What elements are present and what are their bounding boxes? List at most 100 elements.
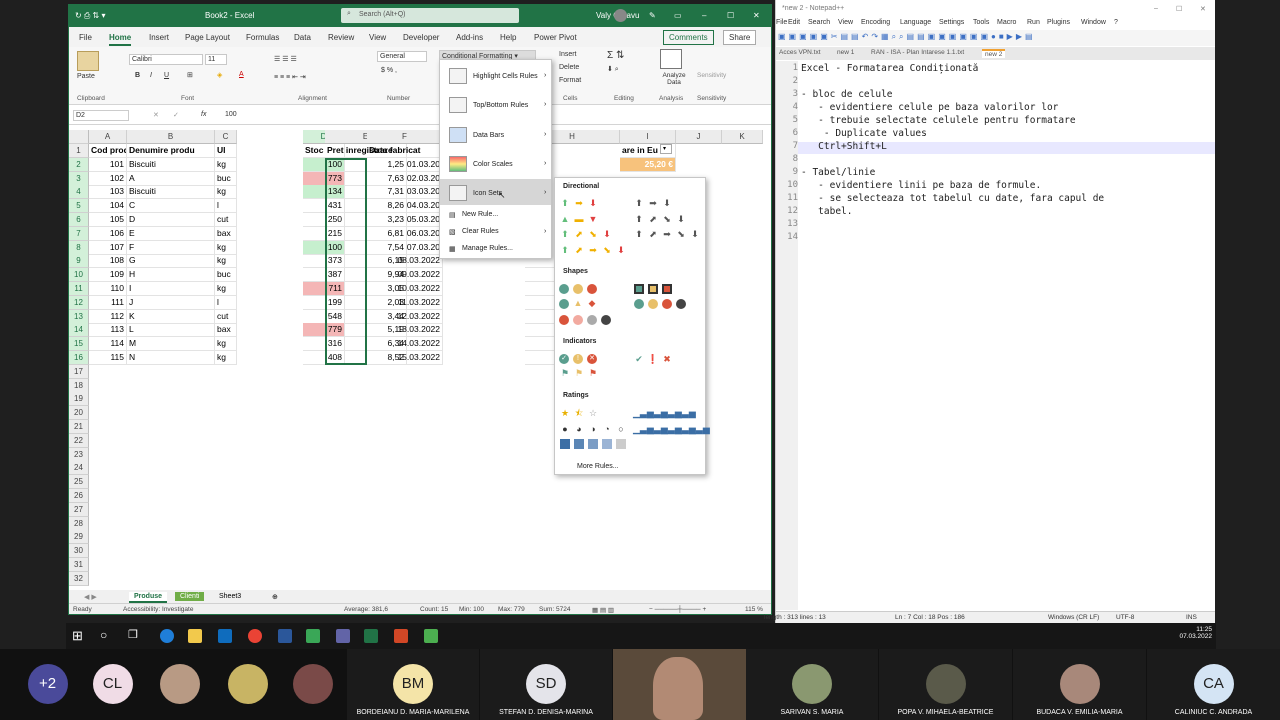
row-header[interactable]: 27 xyxy=(69,502,89,517)
column-header-i[interactable]: I xyxy=(620,130,676,144)
row-header[interactable]: 26 xyxy=(69,489,89,503)
table-cell[interactable]: 10.03.2022 xyxy=(367,282,443,296)
select-all-corner[interactable] xyxy=(69,130,89,144)
table-cell[interactable]: kg xyxy=(215,254,237,269)
table-cell[interactable]: 09.03.2022 xyxy=(367,268,443,283)
teams-icon[interactable] xyxy=(336,629,350,643)
table-cell[interactable]: L xyxy=(127,323,215,338)
windows-start-icon[interactable]: ⊞ xyxy=(72,628,83,644)
table-cell[interactable]: I xyxy=(127,282,215,296)
participant-tile[interactable]: POPA V. MIHAELA-BEATRICE xyxy=(879,649,1012,720)
row-header[interactable]: 16 xyxy=(69,351,89,365)
rating-sets-left[interactable]: ★ ⯪ ☆ ● ◕ ◑ ◔ ○ xyxy=(559,406,635,452)
table-cell[interactable]: 107 xyxy=(89,240,127,255)
menu-help[interactable]: ? xyxy=(1114,19,1118,26)
table-cell[interactable]: 103 xyxy=(89,185,127,200)
code-line[interactable]: - bloc de celule xyxy=(801,89,893,100)
search-input[interactable]: ⌕ Search (Alt+Q) xyxy=(341,8,519,23)
close-icon[interactable]: ✕ xyxy=(753,11,760,20)
tab-acces-vpn[interactable]: Acces VPN.txt xyxy=(776,49,824,56)
table-cell[interactable]: 03.03.20 xyxy=(367,185,443,200)
chrome-icon[interactable] xyxy=(248,629,262,643)
fill-color-icon[interactable]: ◈ xyxy=(217,71,222,79)
table-cell[interactable]: H xyxy=(127,268,215,283)
column-header-j[interactable]: J xyxy=(676,130,722,144)
powerpoint-icon[interactable] xyxy=(394,629,408,643)
code-line[interactable]: - se selecteaza tot tabelul cu date, far… xyxy=(801,193,1104,204)
outlook-icon[interactable] xyxy=(218,629,232,643)
row-header[interactable]: 31 xyxy=(69,558,89,572)
row-header[interactable]: 5 xyxy=(69,199,89,214)
number-format-select[interactable]: General xyxy=(377,51,427,62)
participant-tile[interactable] xyxy=(270,649,355,720)
cancel-icon[interactable]: ✕ xyxy=(153,111,159,119)
minimize-icon[interactable]: – xyxy=(702,11,706,20)
autosum-icon[interactable]: Σ ⇅ xyxy=(607,50,624,61)
confirm-icon[interactable]: ✓ xyxy=(173,111,179,119)
tab-data[interactable]: Data xyxy=(294,33,311,42)
project-icon[interactable] xyxy=(306,629,320,643)
table-cell[interactable]: 105 xyxy=(89,213,127,227)
minimize-icon[interactable]: – xyxy=(1154,5,1158,12)
maximize-icon[interactable]: ☐ xyxy=(1176,5,1182,13)
tab-addins[interactable]: Add-ins xyxy=(456,33,483,42)
table-cell[interactable]: l xyxy=(215,295,237,310)
table-cell[interactable]: 111 xyxy=(89,295,127,310)
row-header[interactable]: 13 xyxy=(69,309,89,324)
table-header-cell[interactable]: Ul xyxy=(215,144,237,158)
zoom-slider[interactable]: − ─────┼──── + xyxy=(649,606,706,613)
table-cell[interactable]: N xyxy=(127,351,215,365)
table-cell[interactable]: G xyxy=(127,254,215,269)
table-header-cell[interactable]: Data fabricat xyxy=(367,144,443,158)
prev-sheet-icon[interactable]: ◀ ▶ xyxy=(79,592,102,602)
menu-icon-sets[interactable]: Icon Sets › xyxy=(440,179,551,205)
clock[interactable]: 11:25 07.03.2022 xyxy=(1179,626,1212,640)
share-button[interactable]: Share xyxy=(723,30,757,45)
table-cell[interactable]: 112 xyxy=(89,309,127,324)
participant-tile[interactable]: CA CALINIUC C. ANDRADA xyxy=(1147,649,1280,720)
table-cell[interactable]: Biscuiti xyxy=(127,185,215,200)
tab-new-1[interactable]: new 1 xyxy=(834,49,857,56)
table-cell[interactable]: 114 xyxy=(89,337,127,352)
table-cell[interactable]: buc xyxy=(215,171,237,186)
search-icon[interactable]: ○ xyxy=(100,628,107,642)
menu-language[interactable]: Language xyxy=(900,19,931,26)
bold-icon[interactable]: B xyxy=(135,72,140,79)
row-header[interactable]: 6 xyxy=(69,213,89,227)
table-cell[interactable]: kg xyxy=(215,337,237,352)
menu-color-scales[interactable]: Color Scales › xyxy=(440,150,551,176)
row-header[interactable]: 24 xyxy=(69,461,89,476)
code-line[interactable]: - trebuie selectate celulele pentru form… xyxy=(801,115,1075,126)
table-header-cell[interactable]: Cod produ xyxy=(89,144,127,158)
code-line[interactable]: - evidentiere celule pe baza valorilor l… xyxy=(801,102,1058,113)
column-header-c[interactable]: C xyxy=(215,130,237,144)
table-cell[interactable]: 102 xyxy=(89,171,127,186)
code-line[interactable]: - Tabel/linie xyxy=(801,167,875,178)
participant-tile[interactable]: SD STEFAN D. DENISA-MARINA xyxy=(480,649,612,720)
column-header-a[interactable]: A xyxy=(89,130,127,144)
table-cell[interactable]: kg xyxy=(215,157,237,172)
menu-new-rule[interactable]: ▤ New Rule... xyxy=(440,207,551,223)
table-cell[interactable]: A xyxy=(127,171,215,186)
row-header[interactable]: 4 xyxy=(69,185,89,200)
table-cell[interactable]: 25,20 € xyxy=(620,157,676,172)
menu-run[interactable]: Run xyxy=(1027,19,1040,26)
menu-manage-rules[interactable]: ▦ Manage Rules... xyxy=(440,241,551,257)
column-header-b[interactable]: B xyxy=(127,130,215,144)
table-cell[interactable]: C xyxy=(127,199,215,214)
participant-video-tile[interactable] xyxy=(613,649,746,720)
autosave-icon[interactable]: ↻ ⎙ ⇅ ▾ xyxy=(75,11,106,21)
code-line[interactable]: - evidentiere linii pe baza de formule. xyxy=(801,180,1041,191)
font-color-icon[interactable]: A xyxy=(239,71,244,78)
code-line[interactable]: tabel. xyxy=(801,206,852,217)
sheet-tab-produse[interactable]: Produse xyxy=(129,592,168,603)
table-cell[interactable]: 12.03.2022 xyxy=(367,309,443,324)
edge-icon[interactable] xyxy=(160,629,174,643)
tab-formulas[interactable]: Formulas xyxy=(246,33,279,42)
analyze-data-icon[interactable] xyxy=(660,49,682,69)
table-cell[interactable]: E xyxy=(127,226,215,241)
tab-ran-isa[interactable]: RAN - ISA - Plan Intarese 1.1.txt xyxy=(868,49,967,56)
table-cell[interactable]: cut xyxy=(215,213,237,227)
participant-overflow[interactable]: +2 xyxy=(0,649,95,720)
sheet-tab-sheet3[interactable]: Sheet3 xyxy=(214,592,246,601)
